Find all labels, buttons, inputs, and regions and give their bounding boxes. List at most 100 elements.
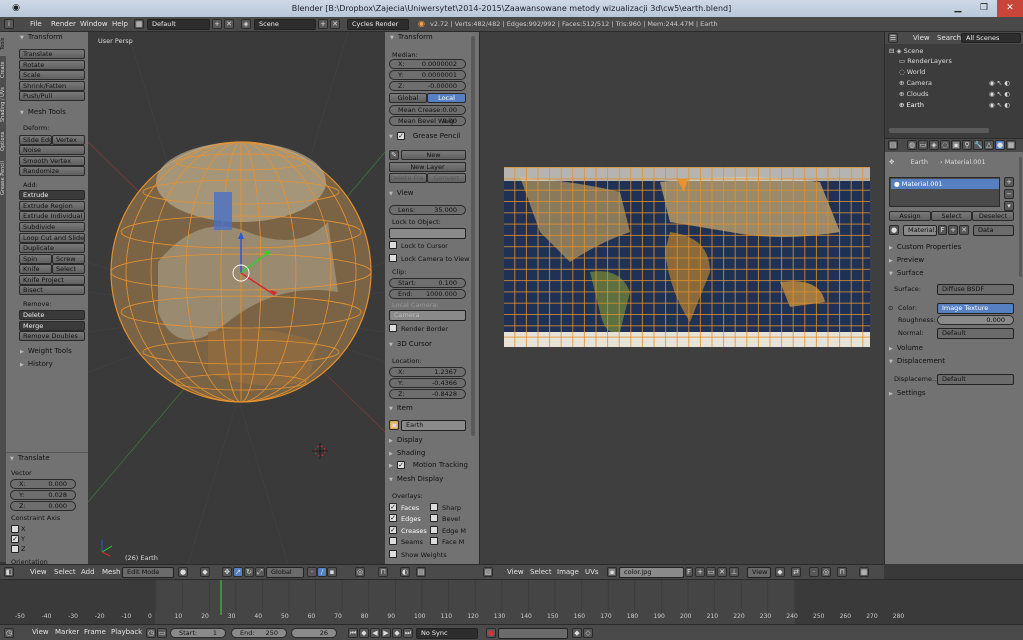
cursor-y-field[interactable]: Y: -0.4366 bbox=[389, 378, 466, 388]
add-screen-icon[interactable]: + bbox=[212, 19, 222, 29]
data-tab-icon[interactable]: △ bbox=[984, 140, 994, 150]
shading-header[interactable]: Shading bbox=[389, 449, 425, 457]
volume-header[interactable]: Volume bbox=[889, 344, 923, 352]
texture-tab-icon[interactable]: ▦ bbox=[1006, 140, 1016, 150]
constraint-x-checkbox[interactable] bbox=[11, 525, 19, 533]
render-layers-tab-icon[interactable]: ▭ bbox=[918, 140, 928, 150]
snap-icon[interactable]: ⊓ bbox=[378, 567, 388, 577]
knife-button[interactable]: Knife bbox=[19, 264, 52, 274]
view3d-menu-select[interactable]: Select bbox=[54, 565, 76, 580]
clip-start-field[interactable]: Start: 0.100 bbox=[389, 278, 466, 288]
deselect-button[interactable]: Deselect bbox=[972, 211, 1014, 221]
material-tab-icon[interactable]: ● bbox=[995, 140, 1005, 150]
grease-pencil-header[interactable]: Grease Pencil bbox=[389, 132, 460, 140]
visibility-eye-icon[interactable]: ◉ ↖ ◐ bbox=[989, 90, 1010, 98]
screen-layout-icon[interactable]: ▦ bbox=[134, 19, 144, 29]
fake-user-toggle[interactable]: F bbox=[685, 567, 693, 577]
uv-editor-icon[interactable]: ▨ bbox=[483, 567, 493, 577]
view3d-menu-mesh[interactable]: Mesh bbox=[102, 565, 120, 580]
proportional-edit-icon[interactable]: ◎ bbox=[355, 567, 365, 577]
color-input-select[interactable]: Image Texture bbox=[937, 303, 1014, 314]
start-frame-field[interactable]: Start: 1 bbox=[170, 628, 226, 638]
mesh-display-header[interactable]: Mesh Display bbox=[389, 475, 443, 483]
uv-pivot-icon[interactable]: ◆ bbox=[775, 567, 785, 577]
local-camera-field[interactable]: Camera bbox=[389, 310, 466, 321]
delete-frame-button[interactable]: Delete Fra... bbox=[389, 173, 427, 183]
mesh-tools-header[interactable]: Mesh Tools bbox=[20, 108, 66, 116]
properties-editor-icon[interactable]: ▤ bbox=[888, 140, 898, 150]
rotate-manipulator-icon[interactable]: ↻ bbox=[244, 567, 254, 577]
item-name-field[interactable]: Earth bbox=[401, 420, 466, 431]
select-button[interactable]: Select bbox=[931, 211, 972, 221]
uv-image-editor[interactable] bbox=[479, 32, 884, 564]
open-image-icon[interactable]: ▭ bbox=[706, 567, 716, 577]
cursor-x-field[interactable]: X: 1.2367 bbox=[389, 367, 466, 377]
orientation-select[interactable]: Global bbox=[266, 567, 304, 578]
extrude-individual-button[interactable]: Extrude Individual bbox=[19, 211, 85, 221]
normal-input-select[interactable]: Default bbox=[937, 328, 1014, 339]
material-name-field[interactable]: Material. bbox=[903, 225, 937, 236]
display-mode-select[interactable]: View bbox=[747, 567, 771, 578]
noise-button[interactable]: Noise bbox=[19, 145, 85, 155]
push-pull-button[interactable]: Push/Pull bbox=[19, 91, 85, 101]
overlay-edges-checkbox[interactable]: ✓ bbox=[389, 514, 397, 522]
outliner-scrollbar[interactable] bbox=[889, 128, 989, 133]
slide-vertex-button[interactable]: Vertex bbox=[52, 135, 85, 145]
timeline[interactable]: -50 -40 -30 -20 -10 0 10 20 30 40 50 60 70 80 90 100 110… bbox=[0, 579, 1023, 624]
mode-select[interactable]: Edit Mode bbox=[122, 567, 174, 578]
view3d-menu-add[interactable]: Add bbox=[81, 565, 95, 580]
material-unlink-icon[interactable]: ✕ bbox=[959, 225, 969, 235]
slide-edge-button[interactable]: Slide Edg bbox=[19, 135, 52, 145]
render-engine-select[interactable]: Cycles Render bbox=[347, 19, 409, 30]
material-new-icon[interactable]: + bbox=[948, 225, 958, 235]
uv-sync-icon[interactable]: ⇄ bbox=[791, 567, 801, 577]
constraint-z-checkbox[interactable] bbox=[11, 545, 19, 553]
uv-menu-view[interactable]: View bbox=[507, 565, 524, 580]
timeline-menu-marker[interactable]: Marker bbox=[55, 625, 79, 640]
extrude-region-button[interactable]: Extrude Region bbox=[19, 201, 85, 211]
minimize-button[interactable]: ▁ bbox=[945, 0, 971, 17]
surface-header[interactable]: Surface bbox=[889, 269, 924, 277]
outliner-clouds[interactable]: ⊕ Clouds bbox=[899, 90, 928, 98]
close-button[interactable]: ✕ bbox=[997, 0, 1023, 17]
n-transform-header[interactable]: Transform bbox=[390, 33, 433, 41]
knife-select-button[interactable]: Select bbox=[52, 264, 85, 274]
color-link-icon[interactable]: ⊙ bbox=[888, 304, 893, 312]
constraints-tab-icon[interactable]: ⚲ bbox=[962, 140, 972, 150]
menu-render[interactable]: Render bbox=[51, 17, 76, 32]
outliner-scene[interactable]: ⊟ ◈ Scene bbox=[889, 47, 923, 55]
manipulator-toggle-icon[interactable]: ✥ bbox=[222, 567, 232, 577]
history-header[interactable]: History bbox=[20, 360, 53, 368]
custom-properties-header[interactable]: Custom Properties bbox=[889, 243, 961, 251]
timeline-menu-view[interactable]: View bbox=[32, 625, 49, 640]
uv-mesh-grid[interactable] bbox=[504, 167, 870, 347]
object-tab-icon[interactable]: ▣ bbox=[951, 140, 961, 150]
jump-keyframe-back-icon[interactable]: ◆ bbox=[359, 628, 369, 638]
view3d-menu-view[interactable]: View bbox=[30, 565, 47, 580]
median-x-field[interactable]: X: 0.0000002 bbox=[389, 59, 466, 69]
sync-mode-select[interactable]: No Sync bbox=[416, 628, 478, 639]
material-slot-list[interactable]: ● Material.001 bbox=[889, 177, 1000, 207]
local-toggle[interactable]: Local bbox=[427, 93, 466, 103]
3d-cursor-header[interactable]: 3D Cursor bbox=[389, 340, 432, 348]
uv-menu-select[interactable]: Select bbox=[530, 565, 552, 580]
timeline-menu-playback[interactable]: Playback bbox=[111, 625, 142, 640]
maximize-button[interactable]: ❐ bbox=[971, 0, 997, 17]
merge-menu-button[interactable]: Merge bbox=[19, 321, 85, 331]
bisect-button[interactable]: Bisect bbox=[19, 285, 85, 295]
remove-doubles-button[interactable]: Remove Doubles bbox=[19, 331, 85, 341]
lock-camera-checkbox[interactable] bbox=[389, 254, 397, 262]
mean-crease-field[interactable]: Mean Crease: 0.00 bbox=[389, 105, 466, 115]
uv-menu-image[interactable]: Image bbox=[557, 565, 579, 580]
layers-icon[interactable]: ▤ bbox=[416, 567, 426, 577]
add-scene-icon[interactable]: + bbox=[318, 19, 328, 29]
randomize-button[interactable]: Randomize bbox=[19, 166, 85, 176]
current-frame-field[interactable]: 26 bbox=[291, 628, 337, 638]
lock-cursor-checkbox[interactable] bbox=[389, 241, 397, 249]
convert-button[interactable]: Convert bbox=[427, 173, 466, 183]
edge-select-icon[interactable]: / bbox=[317, 567, 327, 577]
smooth-vertex-button[interactable]: Smooth Vertex bbox=[19, 156, 85, 166]
clip-end-field[interactable]: End: 1000.000 bbox=[389, 289, 466, 299]
overlay-seams-checkbox[interactable] bbox=[389, 537, 397, 545]
jump-end-icon[interactable]: ⏭ bbox=[403, 628, 413, 638]
